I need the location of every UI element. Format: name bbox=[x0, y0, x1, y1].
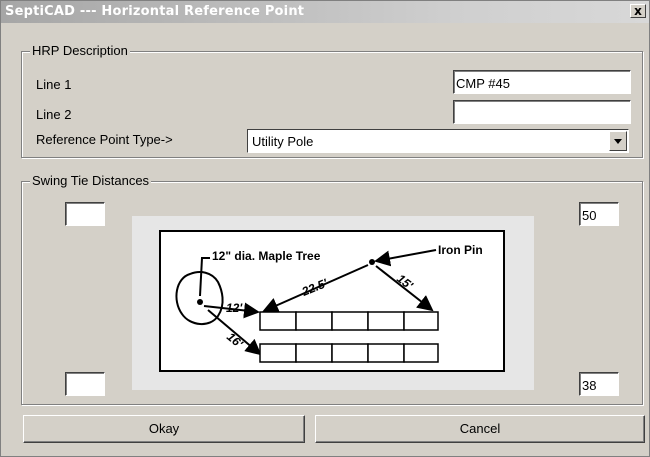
close-icon: x bbox=[634, 4, 642, 18]
diagram-svg: 12" dia. Maple Tree Iron Pin 12' 22.5' 1… bbox=[159, 230, 505, 372]
line2-input[interactable] bbox=[453, 100, 631, 124]
ref-type-select[interactable]: Utility Pole bbox=[247, 129, 629, 153]
dist-a-label: 12' bbox=[226, 301, 243, 315]
swing-top-left-input[interactable] bbox=[65, 202, 105, 226]
dialog-window: SeptiCAD --- Horizontal Reference Point … bbox=[0, 0, 650, 457]
title-bar[interactable]: SeptiCAD --- Horizontal Reference Point … bbox=[1, 1, 649, 23]
hrp-description-label: HRP Description bbox=[30, 43, 130, 58]
swing-tie-diagram: 12" dia. Maple Tree Iron Pin 12' 22.5' 1… bbox=[132, 216, 534, 390]
line1-label: Line 1 bbox=[36, 77, 72, 92]
swing-bottom-right-input[interactable] bbox=[579, 372, 619, 396]
ref-type-label: Reference Point Type-> bbox=[36, 132, 173, 147]
chevron-down-icon[interactable] bbox=[609, 131, 627, 151]
swing-tie-label: Swing Tie Distances bbox=[30, 173, 152, 188]
line1-input[interactable] bbox=[453, 70, 631, 94]
tree-center bbox=[197, 299, 203, 305]
swing-top-right-input[interactable] bbox=[579, 202, 619, 226]
ref-type-value: Utility Pole bbox=[252, 134, 314, 149]
tree-label: 12" dia. Maple Tree bbox=[212, 249, 321, 263]
okay-button[interactable]: Okay bbox=[23, 415, 305, 443]
swing-bottom-left-input[interactable] bbox=[65, 372, 105, 396]
pin-label: Iron Pin bbox=[438, 243, 483, 257]
line2-label: Line 2 bbox=[36, 107, 72, 122]
window-title: SeptiCAD --- Horizontal Reference Point bbox=[5, 4, 305, 19]
close-button[interactable]: x bbox=[630, 4, 646, 18]
cancel-button[interactable]: Cancel bbox=[315, 415, 645, 443]
iron-pin-point bbox=[369, 259, 375, 265]
